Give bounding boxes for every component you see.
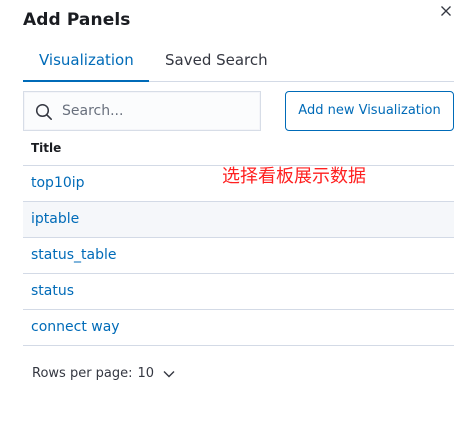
row-link-iptable[interactable]: iptable xyxy=(31,211,79,227)
row-link-status[interactable]: status xyxy=(31,283,74,299)
row-link-status-table[interactable]: status_table xyxy=(31,247,116,263)
chevron-down-icon xyxy=(163,370,175,377)
search-icon xyxy=(35,103,52,120)
table-row[interactable]: status_table xyxy=(23,238,454,274)
table-row[interactable]: iptable xyxy=(23,202,454,238)
row-link-connect-way[interactable]: connect way xyxy=(31,319,120,335)
add-new-visualization-button[interactable]: Add new Visualization xyxy=(285,91,454,131)
search-input[interactable] xyxy=(62,98,252,124)
table-row[interactable]: status xyxy=(23,274,454,310)
rows-per-page-button[interactable]: Rows per page: 10 xyxy=(32,366,176,381)
table-row[interactable]: connect way xyxy=(23,310,454,346)
annotation-text: 选择看板展示数据 xyxy=(222,166,366,187)
close-icon xyxy=(441,6,451,16)
column-header-title[interactable]: Title xyxy=(31,141,61,155)
row-link-top10ip[interactable]: top10ip xyxy=(31,175,85,191)
rows-per-page-label: Rows per page: xyxy=(32,366,133,381)
flyout-title: Add Panels xyxy=(23,10,131,30)
rows-per-page-value: 10 xyxy=(137,366,155,381)
add-panels-flyout: Add Panels Visualization Saved Search Ad… xyxy=(0,0,476,422)
tab-saved-search[interactable]: Saved Search xyxy=(149,42,289,82)
tab-visualization[interactable]: Visualization xyxy=(23,42,149,82)
search-box xyxy=(23,91,261,131)
tab-bar: Visualization Saved Search xyxy=(23,42,454,82)
close-button[interactable] xyxy=(438,3,454,19)
